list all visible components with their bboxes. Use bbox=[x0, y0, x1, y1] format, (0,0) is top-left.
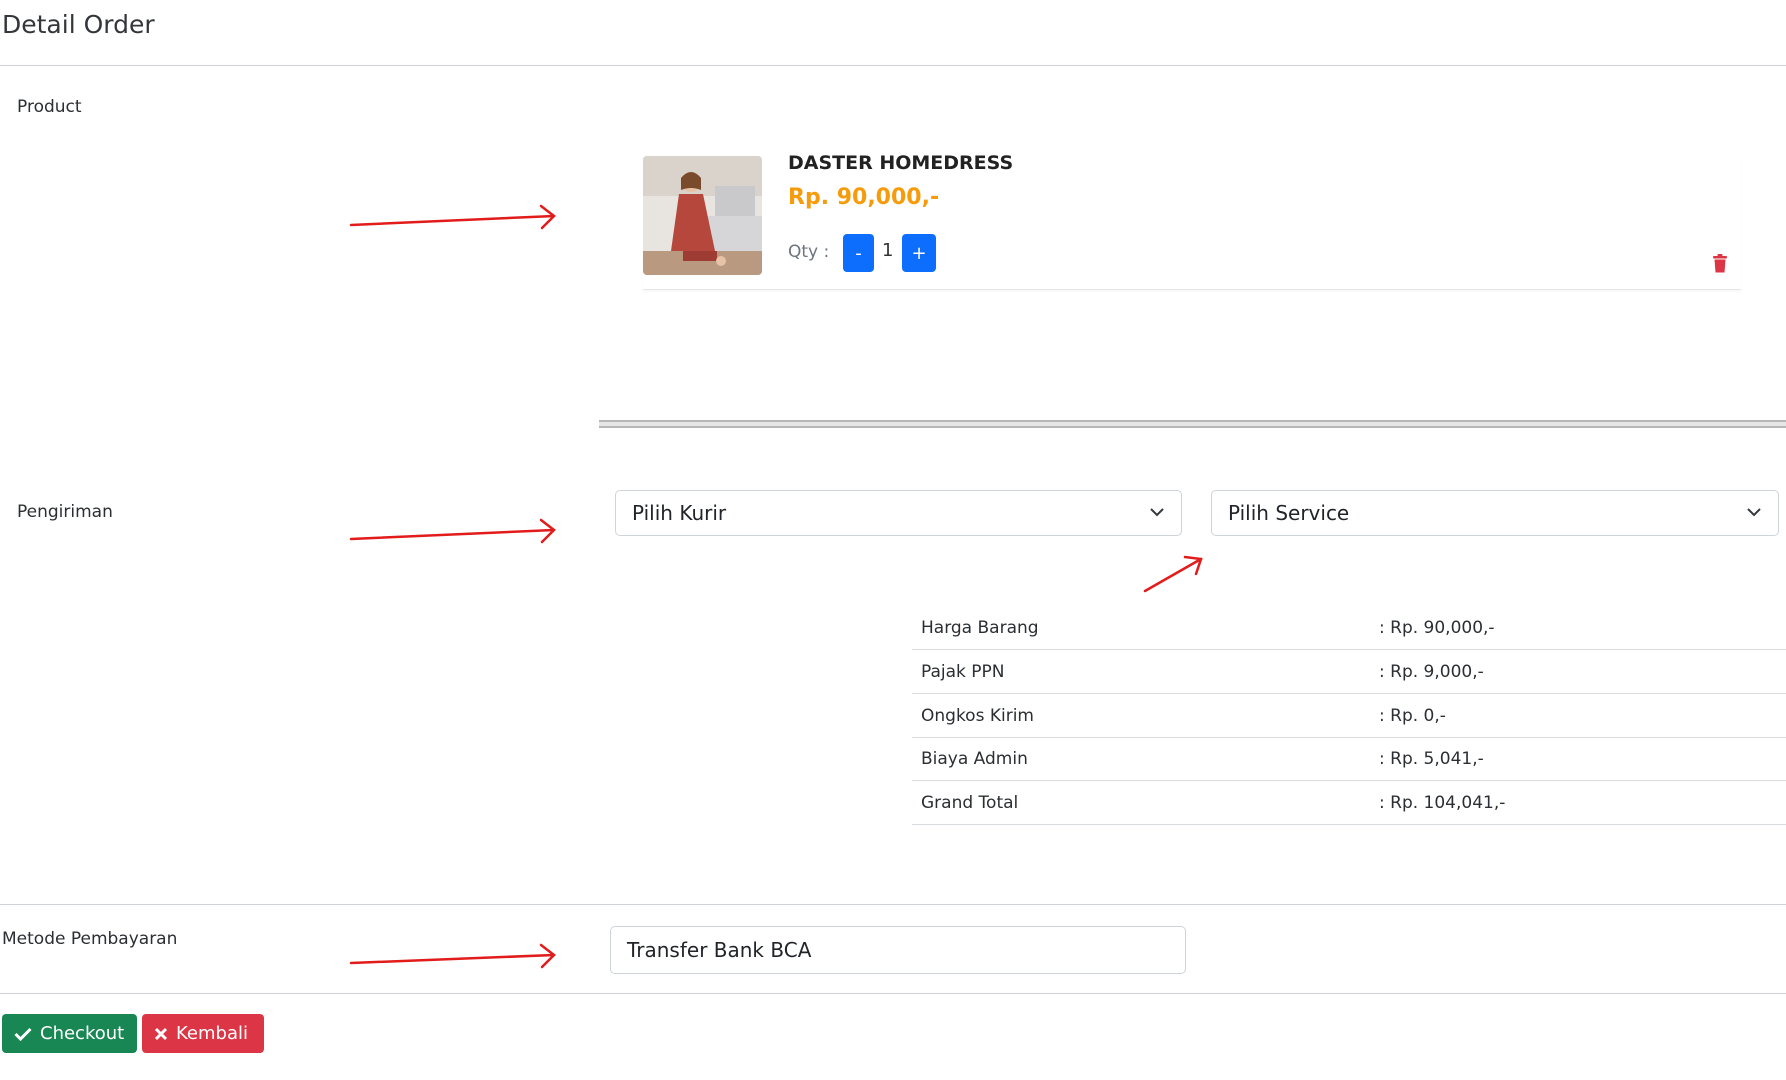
arrow-annotation-icon bbox=[349, 204, 556, 230]
annotation-arrows bbox=[349, 204, 1203, 969]
arrow-annotation-icon bbox=[1143, 555, 1203, 593]
arrow-annotation-icon bbox=[349, 518, 556, 544]
arrow-annotation-icon bbox=[349, 943, 556, 969]
